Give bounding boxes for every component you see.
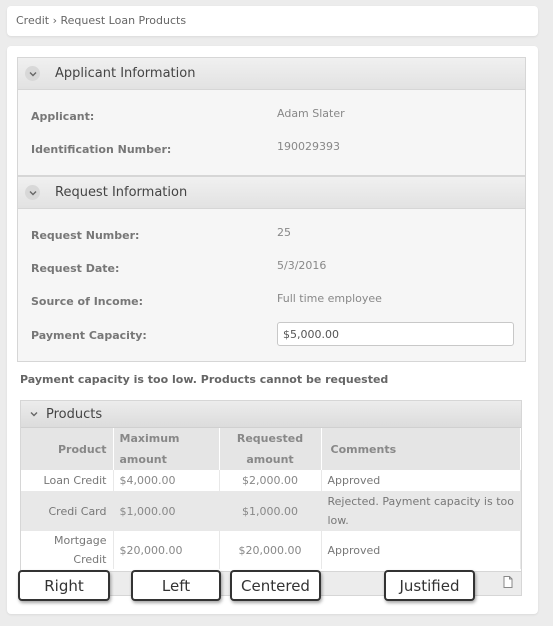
request-section: Request Information Request Number: 25 R… bbox=[17, 176, 526, 362]
export-document-icon[interactable] bbox=[503, 576, 513, 588]
column-header-maximum-amount[interactable]: Maximum amount bbox=[113, 428, 220, 470]
payment-capacity-input[interactable] bbox=[277, 322, 514, 346]
field-row-request-number: Request Number: 25 bbox=[31, 225, 525, 245]
field-label: Source of Income: bbox=[31, 294, 144, 308]
cell-requested-amount: $2,000.00 bbox=[219, 470, 322, 491]
breadcrumb: Credit › Request Loan Products bbox=[7, 6, 538, 36]
cell-requested-amount: $1,000.00 bbox=[219, 491, 322, 531]
products-table: Product Maximum amount Requested amount Co… bbox=[21, 428, 521, 569]
cell-maximum-amount: $1,000.00 bbox=[113, 491, 220, 531]
annotation-left: Left bbox=[131, 570, 221, 601]
annotation-right: Right bbox=[18, 570, 110, 601]
field-value: Adam Slater bbox=[277, 106, 345, 120]
annotation-centered: Centered bbox=[230, 570, 321, 601]
cell-comments: Approved bbox=[321, 531, 521, 569]
column-header-comments[interactable]: Comments bbox=[321, 428, 521, 470]
cell-maximum-amount: $20,000.00 bbox=[113, 531, 220, 569]
table-row[interactable]: Credi Card $1,000.00 $1,000.00 Rejected.… bbox=[21, 491, 521, 531]
chevron-down-icon[interactable] bbox=[25, 185, 40, 200]
field-value: 190029393 bbox=[277, 139, 340, 153]
applicant-section: Applicant Information Applicant: Adam Sl… bbox=[17, 57, 526, 176]
breadcrumb-link-credit[interactable]: Credit bbox=[16, 14, 49, 27]
cell-comments: Approved bbox=[321, 470, 521, 491]
field-value: 5/3/2016 bbox=[277, 258, 327, 272]
applicant-section-title: Applicant Information bbox=[55, 66, 196, 81]
cell-product: Credi Card bbox=[21, 491, 114, 531]
field-row-source-of-income: Source of Income: Full time employee bbox=[31, 291, 525, 311]
products-panel: Products Product Maximum amount Requested… bbox=[20, 400, 522, 596]
column-header-requested-amount[interactable]: Requested amount bbox=[219, 428, 322, 470]
field-value: Full time employee bbox=[277, 291, 382, 305]
products-title: Products bbox=[46, 406, 103, 422]
breadcrumb-current: Request Loan Products bbox=[60, 14, 187, 27]
cell-product: Mortgage Credit bbox=[21, 531, 114, 569]
cell-maximum-amount: $4,000.00 bbox=[113, 470, 220, 491]
field-row-identification: Identification Number: 190029393 bbox=[31, 139, 525, 159]
breadcrumb-separator: › bbox=[52, 14, 57, 27]
field-label: Applicant: bbox=[31, 109, 95, 123]
cell-product: Loan Credit bbox=[21, 470, 114, 491]
chevron-down-icon[interactable] bbox=[28, 408, 40, 420]
table-row[interactable]: Loan Credit $4,000.00 $2,000.00 Approved bbox=[21, 470, 521, 491]
request-section-title: Request Information bbox=[55, 185, 188, 200]
field-value: 25 bbox=[277, 225, 291, 239]
main-panel: Applicant Information Applicant: Adam Sl… bbox=[7, 46, 538, 614]
field-label: Request Date: bbox=[31, 261, 120, 275]
chevron-down-icon[interactable] bbox=[25, 66, 40, 81]
cell-requested-amount: $20,000.00 bbox=[219, 531, 322, 569]
warning-message: Payment capacity is too low. Products ca… bbox=[20, 373, 389, 386]
field-row-request-date: Request Date: 5/3/2016 bbox=[31, 258, 525, 278]
column-header-product[interactable]: Product bbox=[21, 428, 114, 470]
field-label: Payment Capacity: bbox=[31, 328, 147, 342]
applicant-section-header[interactable]: Applicant Information bbox=[18, 58, 525, 90]
field-row-applicant: Applicant: Adam Slater bbox=[31, 106, 525, 126]
cell-comments: Rejected. Payment capacity is too low. bbox=[321, 491, 521, 531]
field-label: Request Number: bbox=[31, 228, 140, 242]
annotation-justified: Justified bbox=[384, 570, 475, 601]
table-row[interactable]: Mortgage Credit $20,000.00 $20,000.00 App… bbox=[21, 531, 521, 569]
field-label: Identification Number: bbox=[31, 142, 172, 156]
request-section-header[interactable]: Request Information bbox=[18, 177, 525, 209]
products-header[interactable]: Products bbox=[21, 401, 521, 428]
